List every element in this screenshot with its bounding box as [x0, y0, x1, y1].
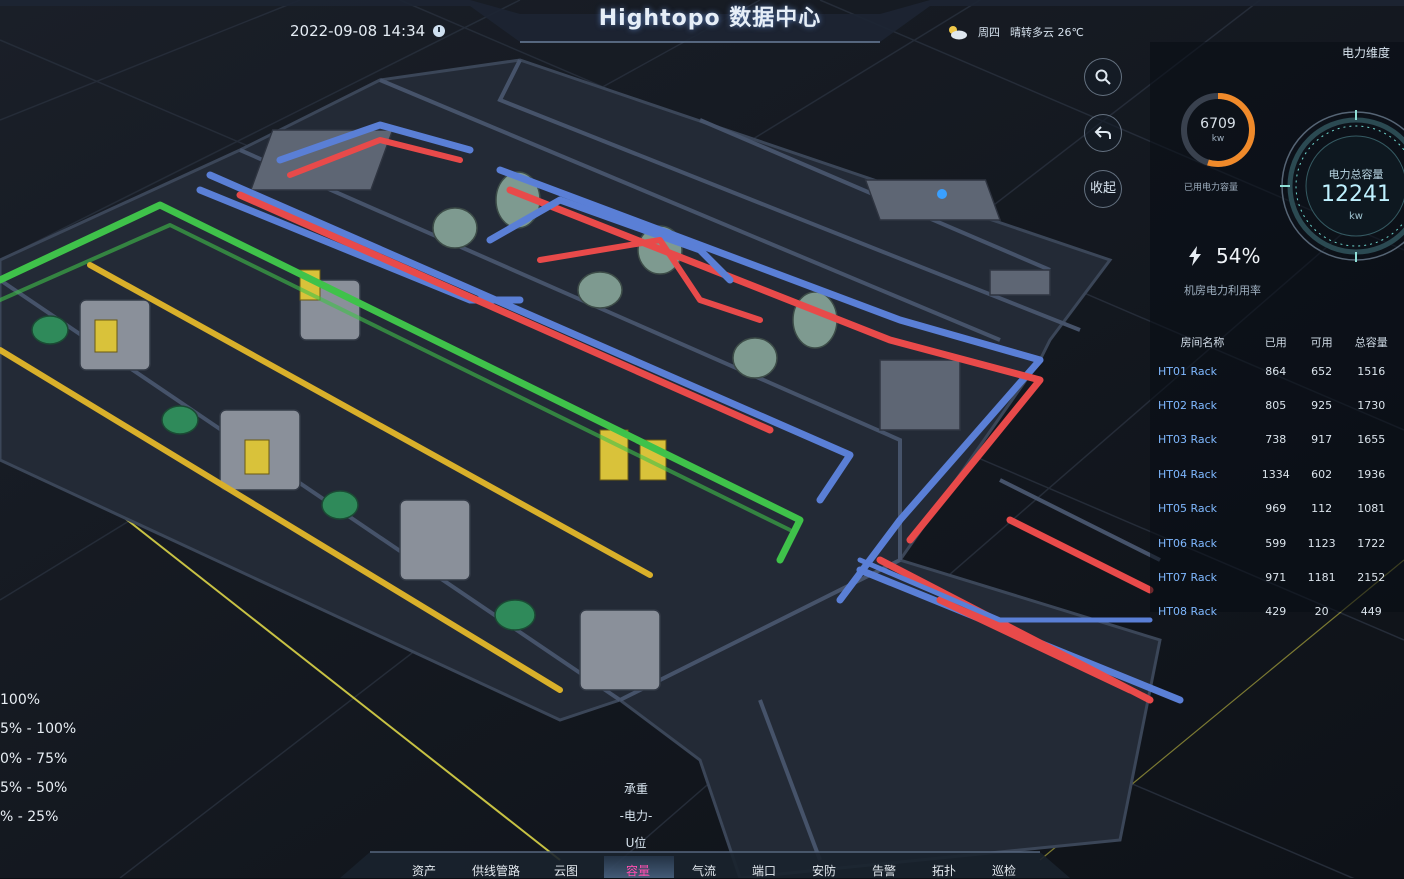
back-tool-button[interactable]: [1084, 114, 1122, 152]
nav-item-inspection[interactable]: 巡检: [992, 862, 1016, 879]
table-row[interactable]: HT03 Rack 738 917 1655: [1152, 423, 1398, 457]
nav-item-capacity[interactable]: 容量: [626, 862, 650, 879]
nav-item-alarms[interactable]: 告警: [872, 862, 896, 879]
total-power-label: 电力总容量: [1328, 168, 1384, 181]
weather-widget: 周四 晴转多云 26℃: [946, 24, 1084, 40]
app-title: Hightopo 数据中心: [598, 6, 822, 31]
used-power-gauge: 6709 kw: [1178, 90, 1258, 170]
bottom-nav: 资产 供线管路 云图 容量 气流 端口 安防 告警 拓扑 巡检: [0, 852, 1404, 878]
rack-name[interactable]: HT01 Rack: [1152, 354, 1253, 388]
datetime-text: 2022-09-08 14:34: [290, 22, 426, 40]
col-total: 总容量: [1354, 336, 1388, 349]
used-power-unit: kw: [1211, 134, 1225, 144]
weather-day: 周四: [978, 26, 1000, 39]
rack-used: 969: [1265, 502, 1287, 516]
rack-total: 1081: [1357, 502, 1386, 516]
datetime-display: 2022-09-08 14:34: [290, 22, 446, 40]
rack-name[interactable]: HT03 Rack: [1152, 423, 1253, 457]
collapse-tool-button[interactable]: 收起: [1084, 170, 1122, 208]
total-power-unit: kw: [1349, 211, 1363, 222]
weather-text: 晴转多云 26℃: [1010, 26, 1084, 39]
utilization-value: 54%: [1216, 244, 1261, 268]
rack-total: 1730: [1357, 399, 1386, 413]
rack-power-table: 房间名称 已用 可用 总容量 HT01 Rack 864 652 1516 HT02 …: [1152, 330, 1398, 629]
rack-available: 917: [1311, 433, 1333, 447]
rack-available: 1181: [1307, 571, 1336, 585]
rack-used: 599: [1265, 536, 1287, 550]
rack-used: 805: [1265, 399, 1287, 413]
nav-item-airflow[interactable]: 气流: [692, 862, 716, 879]
rack-name[interactable]: HT06 Rack: [1152, 526, 1253, 560]
nav-item-cabling[interactable]: 供线管路: [472, 862, 520, 879]
capacity-submenu: 承重 -电力- U位: [606, 776, 666, 857]
rack-used: 864: [1265, 364, 1287, 378]
cloud-sun-icon: [949, 26, 967, 40]
table-row[interactable]: HT08 Rack 429 20 449: [1152, 595, 1398, 629]
nav-item-security[interactable]: 安防: [812, 862, 836, 879]
capacity-legend: 100% 5% - 100% 0% - 75% 5% - 50% % - 25%: [0, 686, 76, 832]
back-arrow-icon: [1094, 126, 1111, 139]
search-icon: [1095, 69, 1111, 85]
rack-used: 429: [1265, 605, 1287, 619]
col-room-name: 房间名称: [1180, 336, 1225, 349]
submenu-item-load[interactable]: 承重: [606, 776, 666, 803]
total-power-value: 12241: [1321, 182, 1391, 207]
table-row[interactable]: HT07 Rack 971 1181 2152: [1152, 560, 1398, 594]
rack-used: 738: [1265, 433, 1287, 447]
table-row[interactable]: HT04 Rack 1334 602 1936: [1152, 457, 1398, 491]
legend-item: 0% - 75%: [0, 750, 68, 767]
table-row[interactable]: HT02 Rack 805 925 1730: [1152, 388, 1398, 422]
rack-name[interactable]: HT07 Rack: [1152, 560, 1253, 594]
legend-item: % - 25%: [0, 809, 59, 826]
rack-available: 112: [1311, 502, 1333, 516]
search-tool-button[interactable]: [1084, 58, 1122, 96]
utilization-label: 机房电力利用率: [1184, 284, 1261, 297]
clock-icon: [433, 25, 446, 37]
rack-name[interactable]: HT08 Rack: [1152, 595, 1253, 629]
legend-item: 5% - 50%: [0, 779, 68, 796]
rack-available: 652: [1311, 364, 1333, 378]
rack-total: 1516: [1357, 364, 1386, 378]
rack-total: 2152: [1357, 571, 1386, 585]
used-power-value: 6709: [1200, 116, 1236, 132]
rack-available: 602: [1311, 467, 1333, 481]
rack-available: 1123: [1307, 536, 1336, 550]
total-power-gauge: 电力总容量 12241 kw: [1278, 108, 1404, 264]
rack-total: 1655: [1357, 433, 1386, 447]
rack-total: 1722: [1357, 536, 1386, 550]
legend-item: 100%: [0, 692, 41, 708]
lightning-icon: [1189, 246, 1201, 266]
power-utilization: 54%: [1188, 244, 1260, 268]
nav-item-ports[interactable]: 端口: [752, 862, 776, 879]
rack-used: 1334: [1261, 467, 1290, 481]
rack-name[interactable]: HT05 Rack: [1152, 492, 1253, 526]
rack-total: 1936: [1357, 467, 1386, 481]
rack-name[interactable]: HT04 Rack: [1152, 457, 1253, 491]
used-power-label: 已用电力容量: [1184, 183, 1239, 193]
table-header-row: 房间名称 已用 可用 总容量: [1152, 330, 1398, 354]
nav-item-assets[interactable]: 资产: [412, 862, 436, 879]
table-row[interactable]: HT06 Rack 599 1123 1722: [1152, 526, 1398, 560]
collapse-label: 收起: [1089, 181, 1116, 196]
rack-used: 971: [1265, 571, 1287, 585]
rack-available: 20: [1314, 605, 1329, 619]
col-used: 已用: [1264, 336, 1287, 349]
col-available: 可用: [1310, 336, 1333, 349]
table-row[interactable]: HT05 Rack 969 112 1081: [1152, 492, 1398, 526]
table-row[interactable]: HT01 Rack 864 652 1516: [1152, 354, 1398, 388]
legend-item: 5% - 100%: [0, 721, 77, 738]
rack-available: 925: [1311, 399, 1333, 413]
panel-title: 电力维度: [1341, 46, 1390, 60]
nav-item-cloud-map[interactable]: 云图: [554, 862, 578, 879]
rack-total: 449: [1360, 605, 1382, 619]
rack-name[interactable]: HT02 Rack: [1152, 388, 1253, 422]
submenu-item-power[interactable]: -电力-: [606, 803, 666, 830]
nav-item-topology[interactable]: 拓扑: [932, 862, 956, 879]
